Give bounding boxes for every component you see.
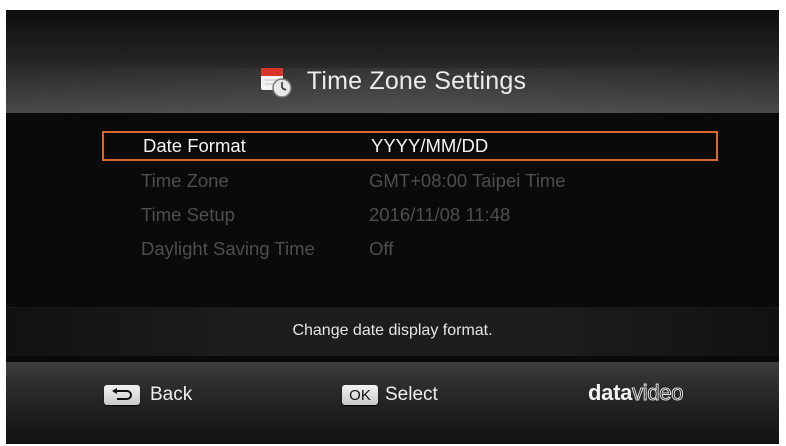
- logo-light-text: video: [632, 380, 684, 406]
- page-title: Time Zone Settings: [306, 66, 527, 95]
- header-bar: Time Zone Settings: [6, 10, 779, 113]
- select-label: Select: [385, 384, 438, 405]
- osd-screen: Time Zone Settings Date Format YYYY/MM/D…: [6, 10, 779, 444]
- footer-bar: Back OK Select datavideo: [6, 362, 779, 444]
- hint-text: Change date display format.: [292, 322, 493, 339]
- setting-value: GMT+08:00 Taipei Time: [369, 170, 566, 191]
- setting-label: Date Format: [143, 135, 246, 156]
- setting-row-time-setup[interactable]: Time Setup 2016/11/08 11:48: [102, 200, 718, 230]
- setting-label: Time Setup: [141, 204, 235, 225]
- ok-key: OK: [342, 385, 378, 405]
- setting-value: 2016/11/08 11:48: [369, 204, 511, 225]
- select-button[interactable]: OK Select: [342, 384, 438, 406]
- setting-row-time-zone[interactable]: Time Zone GMT+08:00 Taipei Time: [102, 166, 718, 196]
- setting-label: Daylight Saving Time: [141, 238, 315, 259]
- datavideo-logo: datavideo: [588, 380, 684, 406]
- back-arrow-icon: [104, 385, 140, 405]
- setting-row-date-format[interactable]: Date Format YYYY/MM/DD: [102, 131, 718, 161]
- setting-row-daylight-saving[interactable]: Daylight Saving Time Off: [102, 234, 718, 264]
- setting-value: YYYY/MM/DD: [371, 135, 489, 156]
- back-button[interactable]: Back: [104, 384, 192, 406]
- setting-value: Off: [369, 238, 394, 259]
- logo-bold-text: data: [588, 380, 633, 405]
- hint-bar: Change date display format.: [6, 307, 779, 356]
- title-area: Time Zone Settings: [6, 60, 779, 102]
- setting-label: Time Zone: [141, 170, 229, 191]
- calendar-clock-icon: [259, 64, 293, 98]
- back-label: Back: [150, 384, 193, 405]
